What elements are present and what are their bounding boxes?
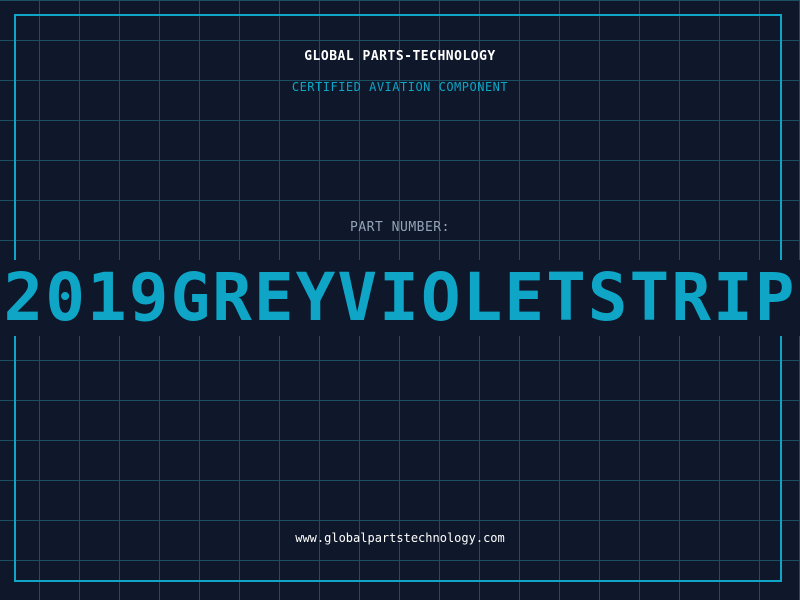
certification-text: CERTIFIED AVIATION COMPONENT <box>291 80 509 94</box>
website-url: www.globalpartstechnology.com <box>295 531 505 545</box>
part-number-value: 2019GREYVIOLETSTRIP <box>3 260 797 336</box>
part-number-label: PART NUMBER: <box>350 220 450 235</box>
part-number-band: 2019GREYVIOLETSTRIP <box>0 260 800 336</box>
company-name: GLOBAL PARTS-TECHNOLOGY <box>304 49 496 64</box>
